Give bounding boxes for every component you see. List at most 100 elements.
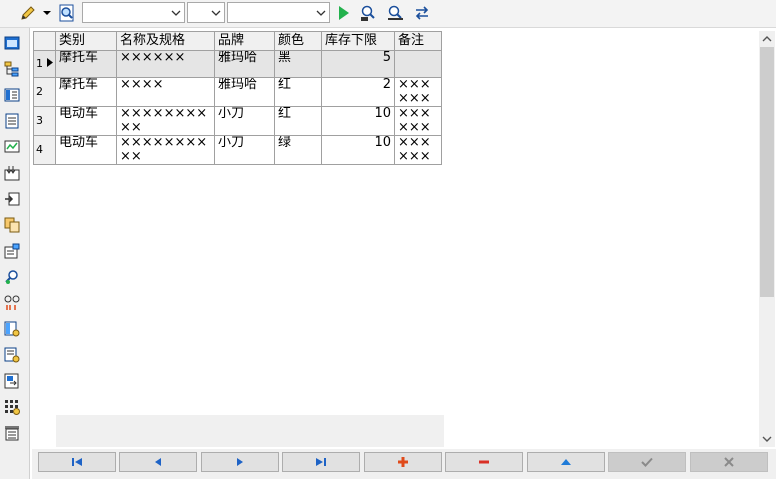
row-indicator[interactable]: 4 [33,135,56,165]
cell-min-stock[interactable]: 5 [321,50,395,78]
export-sheet-icon[interactable] [3,372,21,390]
last-record-button[interactable] [282,452,360,472]
magnifier-page-icon [59,4,74,22]
plus-icon [398,457,408,467]
find-next-icon [388,5,403,20]
cell-color[interactable]: 绿 [274,135,322,165]
cell-min-stock[interactable]: 10 [321,135,395,165]
scroll-thumb[interactable] [760,47,774,297]
window-icon[interactable] [3,34,21,52]
edit-record-button[interactable] [527,452,605,472]
cell-note[interactable]: ×××××× [394,106,442,136]
chart-monitor-icon[interactable] [3,138,21,156]
toolbar [0,0,776,28]
column-header-color[interactable]: 颜色 [274,31,322,51]
row-indicator[interactable]: 1 [33,50,56,78]
cell-category[interactable]: 电动车 [55,135,117,165]
archive-list-icon[interactable] [3,424,21,442]
cell-brand[interactable]: 小刀 [214,106,275,136]
copy-pages-icon[interactable] [3,216,21,234]
triangle-right-icon [237,458,243,466]
chevron-down-icon [762,436,772,442]
row-indicator[interactable]: 3 [33,106,56,136]
first-record-button[interactable] [38,452,116,472]
play-icon [339,6,349,20]
run-query-button[interactable] [335,3,353,23]
current-row-arrow-icon [46,58,53,67]
cell-note[interactable] [394,50,442,78]
cell-brand[interactable]: 小刀 [214,135,275,165]
report-settings-icon[interactable] [3,346,21,364]
cell-name[interactable]: ×××××××××× [116,106,215,136]
cell-min-stock[interactable]: 2 [321,77,395,107]
cancel-record-button[interactable] [690,452,768,472]
caret-down-icon [43,11,51,15]
inbox-icon[interactable] [3,164,21,182]
find-button[interactable] [359,3,379,23]
import-icon[interactable] [3,190,21,208]
form-settings-icon[interactable] [3,320,21,338]
field-combo[interactable] [82,2,185,23]
column-header-name[interactable]: 名称及规格 [116,31,215,51]
document-icon[interactable] [3,112,21,130]
operator-combo[interactable] [187,2,225,23]
list-form-icon[interactable] [3,86,21,104]
field-combo-arrow[interactable] [168,3,184,22]
next-record-button[interactable] [201,452,279,472]
record-navigator [32,449,776,479]
column-header-category[interactable]: 类别 [55,31,117,51]
cell-min-stock[interactable]: 10 [321,106,395,136]
scroll-up-arrow[interactable] [759,31,775,47]
refresh-button[interactable] [412,3,432,23]
cell-color[interactable]: 黑 [274,50,322,78]
grid-apps-icon[interactable] [3,398,21,416]
edit-pencil-button[interactable] [18,3,38,23]
pencil-dropdown-button[interactable] [40,3,54,23]
delete-record-button[interactable] [445,452,523,472]
pencil-icon [21,6,35,20]
row-indicator[interactable]: 2 [33,77,56,107]
tree-structure-icon[interactable] [3,60,21,78]
table-row[interactable]: 4 电动车 ×××××××××× 小刀 绿 10 ×××××× [33,135,442,165]
chevron-down-icon [316,10,326,16]
checkmark-icon [641,457,653,467]
column-header-note[interactable]: 备注 [394,31,442,51]
cell-note[interactable]: ×××××× [394,135,442,165]
table-row[interactable]: 1 摩托车 ×××××× 雅玛哈 黑 5 [33,50,442,78]
table-row[interactable]: 3 电动车 ×××××××××× 小刀 红 10 ×××××× [33,106,442,136]
cell-color[interactable]: 红 [274,106,322,136]
refresh-arrows-icon [415,6,429,20]
cell-color[interactable]: 红 [274,77,322,107]
settings-form-icon[interactable] [3,242,21,260]
chevron-down-icon [171,10,181,16]
cell-name[interactable]: ×××××× [116,50,215,78]
table-row[interactable]: 2 摩托车 ×××× 雅玛哈 红 2 ×××××× [33,77,442,107]
value-combo-arrow[interactable] [313,3,329,22]
chevron-up-icon [762,36,772,42]
link-nodes-icon[interactable] [3,294,21,312]
cell-name[interactable]: ×××× [116,77,215,107]
cell-name[interactable]: ×××××××××× [116,135,215,165]
vertical-scrollbar[interactable] [759,31,775,447]
cell-brand[interactable]: 雅玛哈 [214,77,275,107]
find-next-button[interactable] [386,3,406,23]
cell-category[interactable]: 电动车 [55,106,117,136]
column-header-min-stock[interactable]: 库存下限 [321,31,395,51]
cell-note[interactable]: ×××××× [394,77,442,107]
left-sidebar [0,28,30,479]
value-combo[interactable] [227,2,330,23]
chevron-down-icon [211,10,221,16]
search-preview-button[interactable] [57,3,77,23]
scroll-down-arrow[interactable] [759,431,775,447]
minus-icon [479,460,489,464]
prior-record-button[interactable] [119,452,197,472]
grid-footer-band [56,415,444,447]
user-search-icon[interactable] [3,268,21,286]
cell-category[interactable]: 摩托车 [55,77,117,107]
column-header-brand[interactable]: 品牌 [214,31,275,51]
operator-combo-arrow[interactable] [208,3,224,22]
post-record-button[interactable] [608,452,686,472]
cell-category[interactable]: 摩托车 [55,50,117,78]
cell-brand[interactable]: 雅玛哈 [214,50,275,78]
insert-record-button[interactable] [364,452,442,472]
